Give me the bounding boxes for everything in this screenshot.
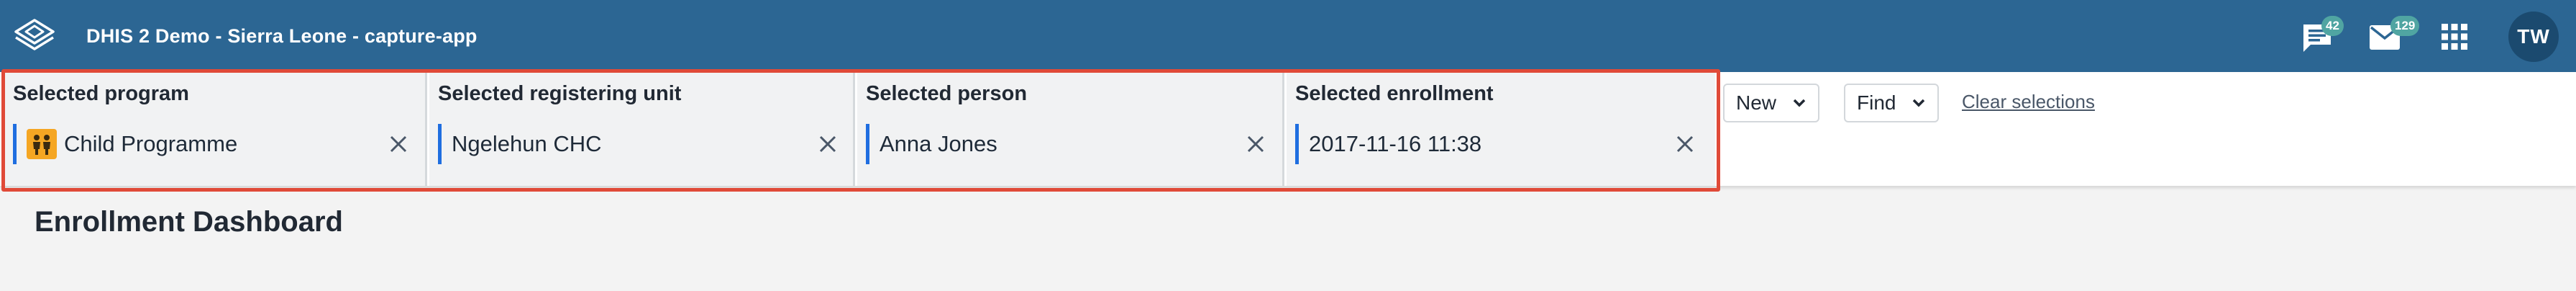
messages-count-badge: 129: [2390, 16, 2420, 36]
clear-enrollment-close-icon[interactable]: [1671, 130, 1699, 158]
selected-enrollment-value[interactable]: 2017-11-16 11:38: [1295, 124, 1481, 164]
selected-person-value[interactable]: Anna Jones: [866, 124, 997, 164]
selected-enrollment-text: 2017-11-16 11:38: [1309, 131, 1482, 156]
clear-selections-link[interactable]: Clear selections: [1962, 91, 2095, 113]
interpretations-count-badge: 42: [2321, 16, 2344, 36]
selected-person-section: Selected person Anna Jones: [857, 72, 1284, 186]
new-dropdown-button[interactable]: New: [1723, 84, 1820, 122]
selected-program-section: Selected program Child Programme: [4, 72, 427, 186]
selected-enrollment-section: Selected enrollment 2017-11-16 11:38: [1287, 72, 1715, 186]
selected-enrollment-label: Selected enrollment: [1295, 82, 1494, 105]
selected-org-unit-section: Selected registering unit Ngelehun CHC: [429, 72, 855, 186]
selected-org-unit-label: Selected registering unit: [438, 82, 682, 105]
find-button-label: Find: [1857, 91, 1896, 114]
top-header-bar: DHIS 2 Demo - Sierra Leone - capture-app…: [0, 0, 2576, 72]
selected-program-value[interactable]: Child Programme: [13, 124, 237, 164]
dhis2-logo-icon[interactable]: [13, 17, 56, 55]
user-avatar[interactable]: TW: [2508, 12, 2559, 62]
new-button-label: New: [1736, 91, 1777, 114]
clear-person-close-icon[interactable]: [1241, 130, 1270, 158]
selected-program-text: Child Programme: [64, 131, 238, 156]
chevron-down-icon: [1913, 99, 1925, 107]
accent-bar: [1295, 124, 1299, 164]
selected-person-label: Selected person: [866, 82, 1028, 105]
find-dropdown-button[interactable]: Find: [1844, 84, 1940, 122]
child-programme-icon: [27, 129, 57, 159]
selected-person-text: Anna Jones: [880, 131, 997, 156]
clear-org-unit-close-icon[interactable]: [813, 130, 842, 158]
app-title: DHIS 2 Demo - Sierra Leone - capture-app: [86, 25, 478, 47]
accent-bar: [866, 124, 869, 164]
chevron-down-icon: [1793, 99, 1806, 107]
clear-program-close-icon[interactable]: [384, 130, 413, 158]
accent-bar: [13, 124, 17, 164]
selected-org-unit-text: Ngelehun CHC: [452, 131, 602, 156]
accent-bar: [438, 124, 442, 164]
page-title: Enrollment Dashboard: [35, 206, 343, 238]
apps-grid-icon[interactable]: [2441, 23, 2468, 50]
selected-program-label: Selected program: [13, 82, 189, 105]
selected-org-unit-value[interactable]: Ngelehun CHC: [438, 124, 602, 164]
quick-selector-bar: Selected program Child Programme Selecte…: [0, 72, 2576, 186]
